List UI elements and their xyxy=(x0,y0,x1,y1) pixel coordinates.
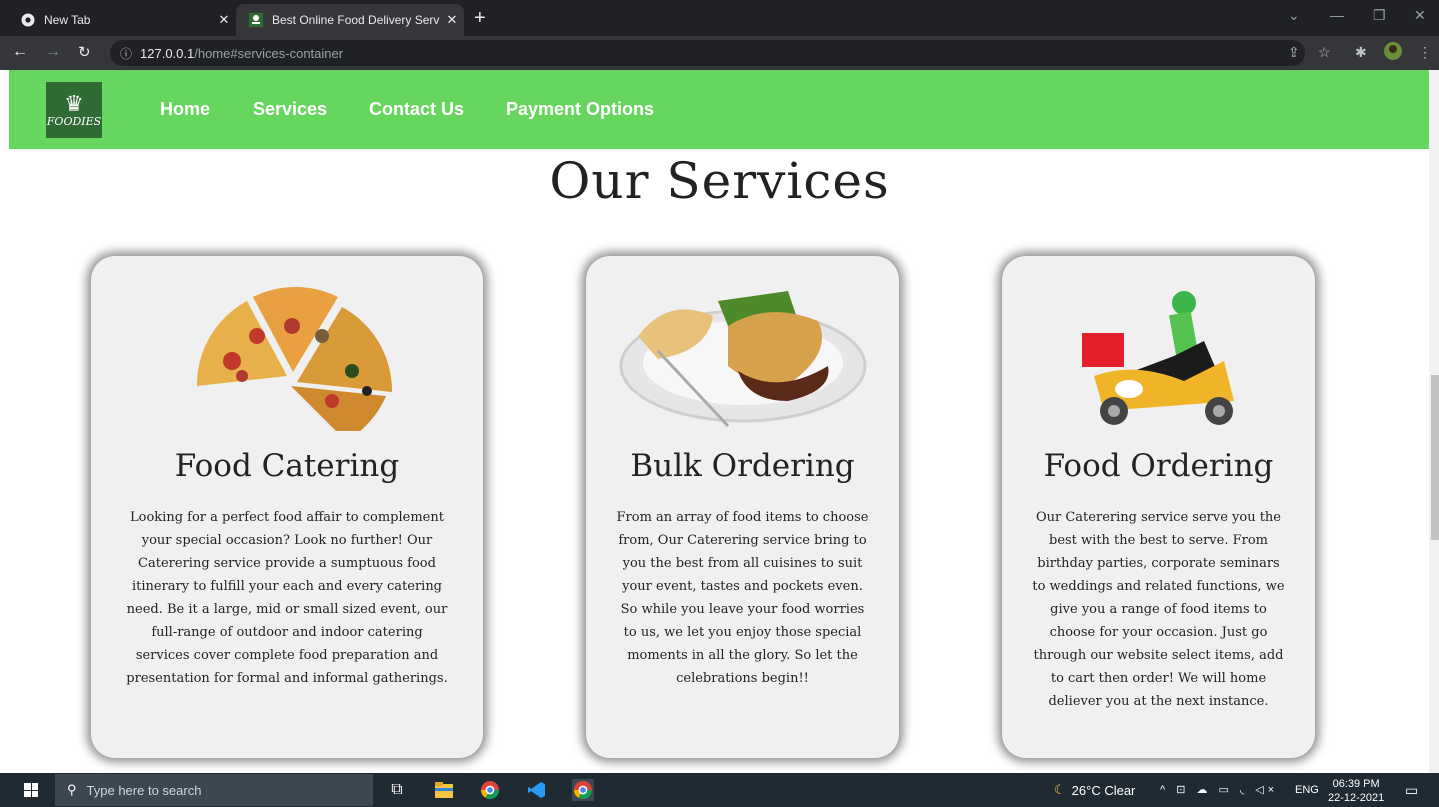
language-indicator[interactable]: ENG xyxy=(1295,784,1319,796)
share-icon[interactable]: ⇪ xyxy=(1288,44,1300,61)
site-navbar: ♛ FOODIES Home Services Contact Us Payme… xyxy=(9,70,1429,149)
search-icon: ⚲ xyxy=(67,782,77,797)
menu-kebab-icon[interactable]: ⋮ xyxy=(1418,44,1432,61)
card-description: Looking for a perfect food affair to com… xyxy=(126,510,448,686)
address-bar-row: ← → ↻ ⓘ 127.0.0.1/home#services-containe… xyxy=(0,36,1439,70)
chef-hat-icon: ♛ xyxy=(64,90,84,116)
service-card-bulk-ordering: Bulk Ordering From an array of food item… xyxy=(586,256,899,758)
windows-start-icon[interactable] xyxy=(24,783,38,797)
url-path: /home#services-container xyxy=(194,45,344,61)
nav-services[interactable]: Services xyxy=(253,99,327,120)
tab-foodies[interactable]: Best Online Food Delivery Servic ✕ xyxy=(236,4,464,36)
profile-avatar[interactable] xyxy=(1384,42,1402,63)
service-card-food-catering: Food Catering Looking for a perfect food… xyxy=(91,256,483,758)
moon-icon: ☾ xyxy=(1054,782,1066,797)
card-title: Food Catering xyxy=(174,448,400,484)
card-description: Our Caterering service serve you the bes… xyxy=(1032,510,1285,709)
file-explorer-icon[interactable] xyxy=(433,779,455,801)
pizza-image xyxy=(91,276,483,436)
page-scrollbar[interactable] xyxy=(1429,70,1439,773)
new-tab-icon[interactable]: + xyxy=(474,7,486,30)
forward-icon[interactable]: → xyxy=(45,43,61,61)
nav-payment-options[interactable]: Payment Options xyxy=(506,99,654,120)
taskbar-clock[interactable]: 06:39 PM 22-12-2021 xyxy=(1328,777,1384,805)
tab-strip: New Tab ✕ Best Online Food Delivery Serv… xyxy=(0,0,1439,36)
page-viewport: ♛ FOODIES Home Services Contact Us Payme… xyxy=(0,70,1429,773)
close-tab-icon[interactable]: ✕ xyxy=(440,12,464,28)
service-card-food-ordering: Food Ordering Our Caterering service ser… xyxy=(1002,256,1315,758)
notification-icon[interactable]: ▭ xyxy=(1405,782,1418,799)
minimize-icon[interactable]: — xyxy=(1330,7,1344,23)
back-icon[interactable]: ← xyxy=(12,43,28,61)
extensions-icon[interactable]: ✱ xyxy=(1355,44,1367,61)
task-view-icon[interactable]: ⧉ xyxy=(386,779,408,801)
nav-contact-us[interactable]: Contact Us xyxy=(369,99,464,120)
search-placeholder: Type here to search xyxy=(86,782,202,798)
logo-text: FOODIES xyxy=(46,114,102,128)
tab-search-icon[interactable]: ⌄ xyxy=(1288,7,1300,24)
foodies-favicon-icon xyxy=(248,12,264,28)
tab-new-tab[interactable]: New Tab ✕ xyxy=(8,4,236,36)
scrollbar-thumb[interactable] xyxy=(1431,375,1439,540)
close-tab-icon[interactable]: ✕ xyxy=(212,12,236,28)
system-tray-icons[interactable]: ^ ⊡ ☁ ▭ ◟ ◁× xyxy=(1160,783,1278,796)
close-window-icon[interactable]: ✕ xyxy=(1414,7,1426,24)
restore-icon[interactable]: ❐ xyxy=(1373,7,1386,24)
reload-icon[interactable]: ↻ xyxy=(78,43,91,61)
chrome-icon xyxy=(20,12,36,28)
weather-text: 26°C Clear xyxy=(1071,782,1136,798)
pie-plate-image xyxy=(586,276,899,436)
card-title: Food Ordering xyxy=(1043,448,1274,484)
bookmark-star-icon[interactable]: ☆ xyxy=(1318,44,1331,61)
vscode-icon[interactable] xyxy=(526,779,548,801)
card-description: From an array of food items to choose fr… xyxy=(616,510,869,686)
delivery-scooter-image xyxy=(1002,276,1315,436)
url-host: 127.0.0.1 xyxy=(140,45,195,61)
card-title: Bulk Ordering xyxy=(630,448,855,484)
chrome-active-icon[interactable] xyxy=(572,779,594,801)
taskbar-search-input[interactable]: ⚲ Type here to search xyxy=(55,774,373,806)
weather-widget[interactable]: ☾ 26°C Clear xyxy=(1054,782,1135,798)
url-input[interactable]: ⓘ 127.0.0.1/home#services-container xyxy=(110,40,1305,66)
foodies-logo[interactable]: ♛ FOODIES xyxy=(46,82,102,138)
page-title: Our Services xyxy=(549,152,890,210)
site-info-icon[interactable]: ⓘ xyxy=(120,45,132,62)
nav-home[interactable]: Home xyxy=(160,99,210,120)
chrome-taskbar-icon[interactable] xyxy=(479,779,501,801)
tab-title: Best Online Food Delivery Servic xyxy=(272,13,440,27)
clock-time: 06:39 PM xyxy=(1332,778,1380,790)
tab-title: New Tab xyxy=(44,13,91,27)
windows-taskbar: ⚲ Type here to search ⧉ ☾ 26°C Clear ^ ⊡… xyxy=(0,773,1439,807)
clock-date: 22-12-2021 xyxy=(1328,792,1385,804)
